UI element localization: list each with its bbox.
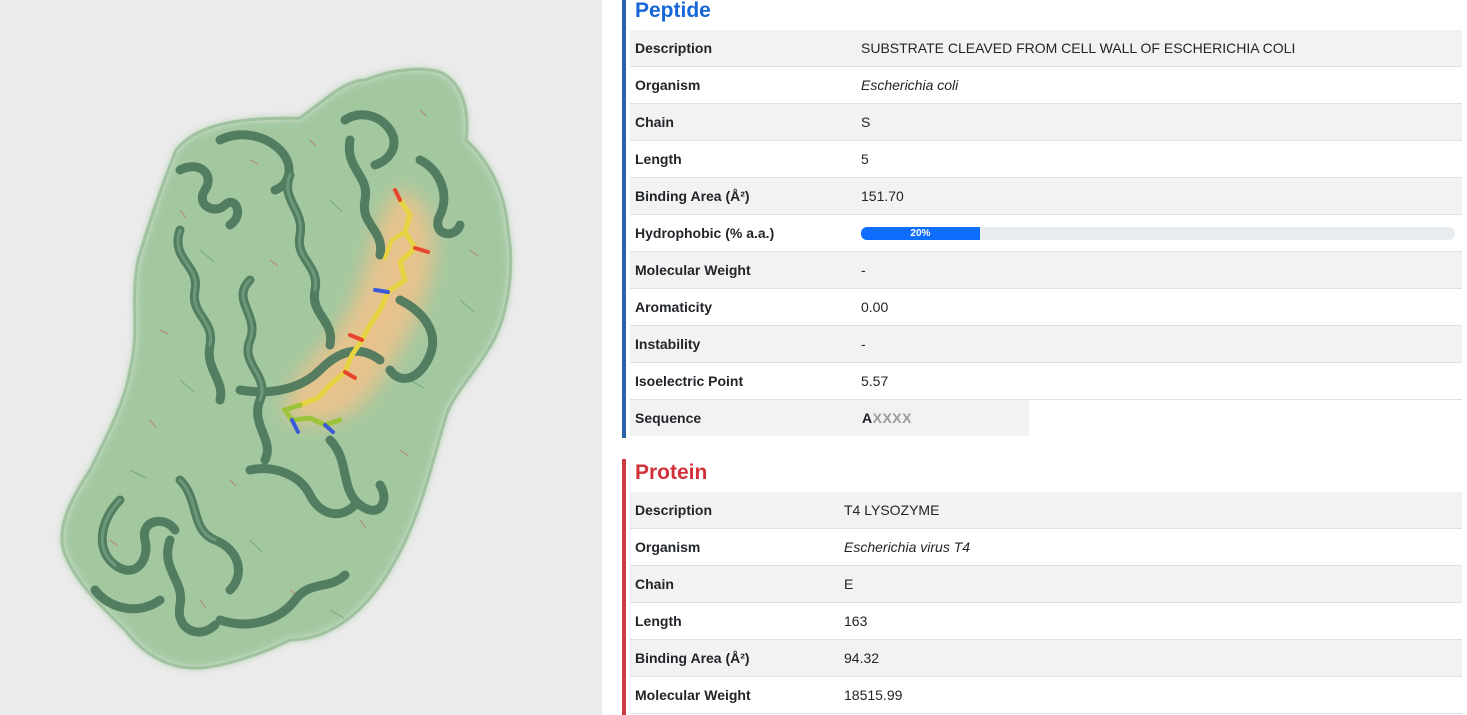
table-row: Isoelectric Point 5.57 [630, 362, 1462, 400]
row-value: 163 [839, 602, 1462, 640]
row-label: Length [630, 602, 839, 640]
peptide-title: Peptide [635, 0, 711, 22]
hydrophobic-progress-bar: 20% [861, 226, 1455, 240]
row-value: Escherichia virus T4 [839, 528, 1462, 566]
row-label: Isoelectric Point [630, 362, 856, 400]
table-row: Binding Area (Å²) 151.70 [630, 177, 1462, 215]
table-row: Chain E [630, 565, 1462, 603]
row-label: Molecular Weight [630, 676, 839, 714]
row-value: E [839, 565, 1462, 603]
row-label: Length [630, 140, 856, 178]
table-row: Description SUBSTRATE CLEAVED FROM CELL … [630, 30, 1462, 67]
row-label: Sequence [630, 399, 856, 436]
row-value: 94.32 [839, 639, 1462, 677]
sequence-first-residue: A [862, 410, 873, 426]
table-row: Organism Escherichia coli [630, 66, 1462, 104]
table-row: Length 163 [630, 602, 1462, 640]
row-label: Description [630, 30, 856, 67]
table-row: Organism Escherichia virus T4 [630, 528, 1462, 566]
peptide-accent-bar [622, 0, 626, 438]
row-value: 18515.99 [839, 676, 1462, 714]
protein-table: Description T4 LYSOZYME Organism Escheri… [630, 492, 1462, 714]
sequence-display: AXXXX [856, 400, 1029, 436]
row-value: 151.70 [856, 177, 1462, 215]
row-label: Molecular Weight [630, 251, 856, 289]
molecule-viewer[interactable] [0, 0, 602, 715]
protein-title: Protein [635, 461, 708, 484]
table-row: Sequence AXXXX [630, 399, 1462, 436]
table-row: Aromaticity 0.00 [630, 288, 1462, 326]
table-row: Instability - [630, 325, 1462, 363]
row-label: Aromaticity [630, 288, 856, 326]
row-value: SUBSTRATE CLEAVED FROM CELL WALL OF ESCH… [856, 30, 1462, 67]
row-label: Chain [630, 565, 839, 603]
row-label: Organism [630, 66, 856, 104]
peptide-table: Description SUBSTRATE CLEAVED FROM CELL … [630, 30, 1462, 436]
row-label: Chain [630, 103, 856, 141]
sequence-unknown-residues: XXXX [872, 410, 912, 426]
row-value: S [856, 103, 1462, 141]
row-value: AXXXX [856, 399, 1462, 436]
row-value: - [856, 251, 1462, 289]
row-value: Escherichia coli [856, 66, 1462, 104]
row-value: 5.57 [856, 362, 1462, 400]
table-row: Molecular Weight 18515.99 [630, 676, 1462, 714]
table-row: Binding Area (Å²) 94.32 [630, 639, 1462, 677]
row-label: Instability [630, 325, 856, 363]
row-label: Hydrophobic (% a.a.) [630, 214, 856, 252]
hydrophobic-progress-fill: 20% [861, 226, 980, 240]
row-label: Organism [630, 528, 839, 566]
row-label: Binding Area (Å²) [630, 177, 856, 215]
protein-accent-bar [622, 459, 626, 715]
row-label: Binding Area (Å²) [630, 639, 839, 677]
row-value: T4 LYSOZYME [839, 492, 1462, 529]
table-row: Molecular Weight - [630, 251, 1462, 289]
row-value: 20% [856, 214, 1462, 252]
row-value: 5 [856, 140, 1462, 178]
row-value: - [856, 325, 1462, 363]
row-value: 0.00 [856, 288, 1462, 326]
row-label: Description [630, 492, 839, 529]
table-row: Description T4 LYSOZYME [630, 492, 1462, 529]
peptide-section: Peptide Description SUBSTRATE CLEAVED FR… [622, 0, 1462, 438]
protein-section: Protein Description T4 LYSOZYME Organism… [622, 459, 1462, 715]
table-row: Length 5 [630, 140, 1462, 178]
table-row: Chain S [630, 103, 1462, 141]
table-row: Hydrophobic (% a.a.) 20% [630, 214, 1462, 252]
protein-structure-icon [60, 67, 513, 670]
